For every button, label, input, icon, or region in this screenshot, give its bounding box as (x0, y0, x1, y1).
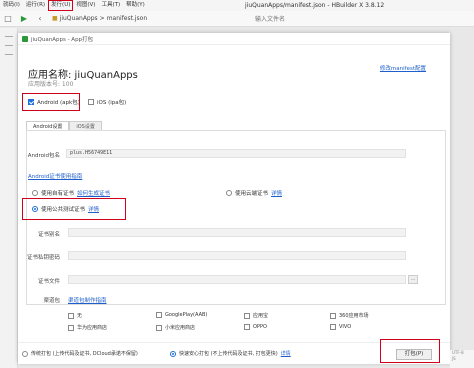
menu-bar: 就码(I) 运行(R) 发行(U) 视图(V) 工具(T) 帮助(Y) jiuQ… (0, 0, 474, 11)
android-checkbox-row[interactable]: Android (apk包) (28, 98, 80, 106)
back-icon[interactable]: ‹ (32, 11, 48, 27)
channel-yingyongbao-checkbox[interactable] (244, 312, 250, 319)
traditional-pack-radio[interactable] (22, 350, 28, 357)
breadcrumb-project[interactable]: jiuQuanApps (60, 15, 98, 22)
app-version: 应用版本号: 100 (28, 81, 74, 88)
channel-huawei-checkbox[interactable] (68, 324, 74, 331)
language-label[interactable]: JS (452, 356, 474, 362)
window-title: jiuQuanApps/manifest.json - HBuilder X 3… (245, 2, 385, 9)
channel-none[interactable]: 无 (68, 312, 82, 319)
channel-xiaomi-label: 小米应用商店 (165, 325, 196, 331)
channel-googleplay[interactable]: GooglePlay(AAB) (156, 312, 207, 318)
fast-pack-label: 快速安心打包 (不上传代码及证书, 打包更快) (179, 351, 278, 357)
cert-alias-input[interactable] (68, 228, 406, 237)
fast-pack-option[interactable]: 快速安心打包 (不上传代码及证书, 打包更快) 详情 (170, 350, 291, 357)
public-test-cert-radio[interactable] (32, 206, 38, 212)
own-cert-label: 使用自有证书 (41, 191, 75, 197)
hbuilder-icon (22, 35, 28, 42)
channel-yingyongbao[interactable]: 应用宝 (244, 312, 268, 319)
cert-password-label: 证书私钥密码 (26, 255, 60, 261)
channel-oppo-label: OPPO (253, 324, 267, 330)
channel-vivo-label: VIVO (339, 324, 352, 330)
traditional-pack-label: 传统打包 (上传代码及证书, DCloud承诺不保留) (31, 351, 138, 357)
channel-huawei-label: 华为应用商店 (77, 325, 108, 331)
channel-xiaomi-checkbox[interactable] (156, 324, 162, 331)
traditional-pack-option[interactable]: 传统打包 (上传代码及证书, DCloud承诺不保留) (22, 350, 138, 357)
run-icon[interactable]: ▶ (16, 11, 32, 27)
toolbar: □ ▶ ‹ ■ jiuQuanApps > manifest.json (0, 11, 474, 27)
menu-item-run[interactable]: 运行(R) (23, 0, 48, 11)
public-test-cert-label: 使用公共测试证书 (41, 207, 86, 213)
dialog-titlebar: jiuQuanApps - App打包 (18, 33, 450, 45)
channel-label: 渠道包 (43, 298, 60, 304)
channel-googleplay-checkbox[interactable] (156, 312, 162, 318)
channel-xiaomi[interactable]: 小米应用商店 (156, 324, 195, 331)
cert-file-browse-button[interactable]: ... (408, 275, 418, 284)
channel-oppo[interactable]: OPPO (244, 324, 267, 330)
dialog-footer: 传统打包 (上传代码及证书, DCloud承诺不保留) 快速安心打包 (不上传代… (18, 339, 450, 364)
menu-item-publish[interactable]: 发行(U) (48, 0, 74, 11)
manifest-config-link[interactable]: 修改manifest配置 (380, 64, 426, 72)
pack-button[interactable]: 打包(P) (396, 349, 432, 360)
status-bar: UTF-8 JS (450, 350, 474, 368)
android-checkbox-label: Android (apk包) (37, 100, 80, 106)
channel-vivo[interactable]: VIVO (330, 324, 351, 330)
package-name-input[interactable]: plus.H56749E11 (66, 149, 406, 158)
save-icon[interactable]: □ (0, 11, 16, 27)
own-cert-radio[interactable] (32, 190, 38, 196)
cloud-cert-radio[interactable] (226, 190, 232, 196)
channel-360[interactable]: 360应用市场 (330, 312, 369, 319)
ios-checkbox-label: iOS (ipa包) (97, 100, 127, 106)
breadcrumb: ■ jiuQuanApps > manifest.json (52, 15, 147, 22)
android-checkbox[interactable] (28, 99, 34, 105)
cloud-cert-detail-link[interactable]: 详情 (271, 189, 282, 197)
ios-checkbox-row[interactable]: iOS (ipa包) (88, 98, 126, 106)
channel-vivo-checkbox[interactable] (330, 324, 336, 330)
ios-checkbox[interactable] (88, 99, 94, 105)
channel-oppo-checkbox[interactable] (244, 324, 250, 330)
breadcrumb-separator: > (99, 15, 105, 22)
channel-none-checkbox[interactable] (68, 312, 74, 319)
channel-360-checkbox[interactable] (330, 312, 336, 319)
channel-360-label: 360应用市场 (339, 313, 369, 319)
own-cert-option[interactable]: 使用自有证书 如何生成证书 (32, 189, 110, 197)
left-gutter (0, 28, 18, 368)
cert-file-input[interactable] (68, 275, 406, 284)
menu-item-tools[interactable]: 工具(T) (98, 0, 123, 11)
channel-none-label: 无 (77, 313, 83, 319)
channel-yingyongbao-label: 应用宝 (253, 313, 269, 319)
channel-huawei[interactable]: 华为应用商店 (68, 324, 107, 331)
fast-pack-detail-link[interactable]: 详情 (281, 350, 291, 357)
menu-item-help[interactable]: 帮助(Y) (123, 0, 148, 11)
breadcrumb-file[interactable]: manifest.json (107, 15, 147, 22)
file-search-input[interactable] (255, 14, 375, 24)
cert-password-input[interactable] (68, 251, 406, 260)
menu-item-code[interactable]: 就码(I) (0, 0, 23, 11)
app-pack-dialog: jiuQuanApps - App打包 应用名称: jiuQuanApps 应用… (18, 33, 450, 363)
menu-item-view[interactable]: 视图(V) (73, 0, 98, 11)
public-test-cert-option[interactable]: 使用公共测试证书 详情 (32, 205, 99, 213)
folder-icon: ■ (52, 15, 58, 22)
channel-googleplay-label: GooglePlay(AAB) (165, 312, 208, 318)
cloud-cert-option[interactable]: 使用云端证书 详情 (226, 189, 282, 197)
dialog-title: jiuQuanApps - App打包 (31, 36, 94, 43)
cert-alias-label: 证书别名 (37, 232, 60, 238)
cloud-cert-label: 使用云端证书 (235, 191, 269, 197)
how-to-generate-cert-link[interactable]: 如何生成证书 (77, 189, 110, 197)
fast-pack-radio[interactable] (170, 350, 176, 357)
package-name-label: Android包名 (27, 153, 60, 159)
channel-guide-link[interactable]: 渠道包制作指南 (68, 296, 107, 304)
cert-guide-link[interactable]: Android证书使用指南 (28, 172, 82, 180)
public-cert-detail-link[interactable]: 详情 (88, 205, 99, 213)
cert-file-label: 证书文件 (37, 279, 60, 285)
